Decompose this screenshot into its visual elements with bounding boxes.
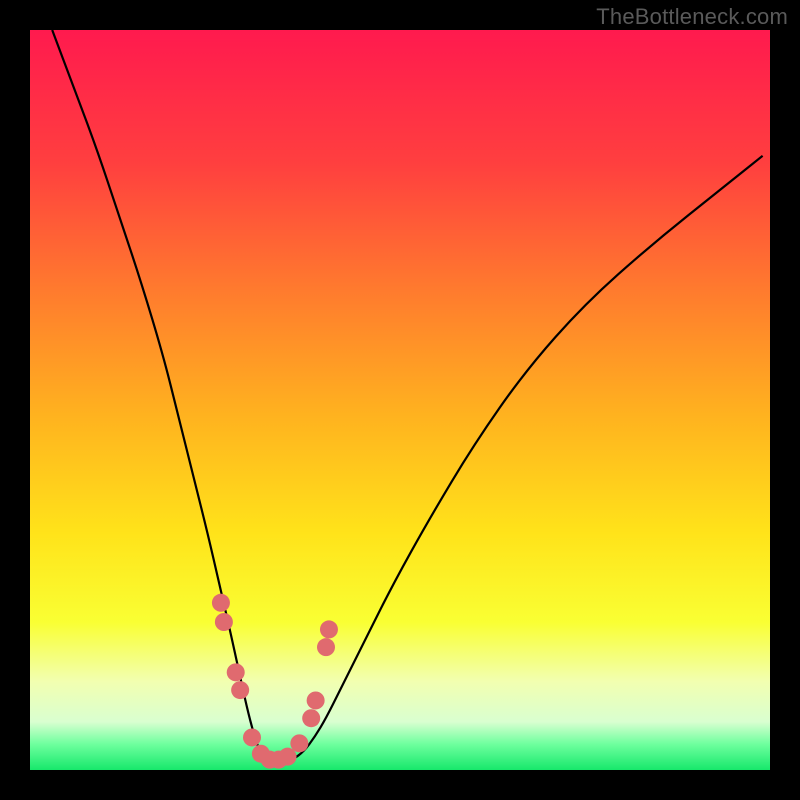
data-marker [317, 638, 335, 656]
data-marker [231, 681, 249, 699]
data-marker [215, 613, 233, 631]
data-marker [227, 663, 245, 681]
data-marker [243, 728, 261, 746]
data-marker [212, 594, 230, 612]
curve-layer [30, 30, 770, 770]
bottleneck-curve [52, 30, 762, 763]
chart-frame: TheBottleneck.com [0, 0, 800, 800]
marker-group [212, 594, 338, 769]
data-marker [307, 691, 325, 709]
watermark-text: TheBottleneck.com [596, 4, 788, 30]
data-marker [320, 620, 338, 638]
plot-area [30, 30, 770, 770]
data-marker [290, 734, 308, 752]
data-marker [302, 709, 320, 727]
